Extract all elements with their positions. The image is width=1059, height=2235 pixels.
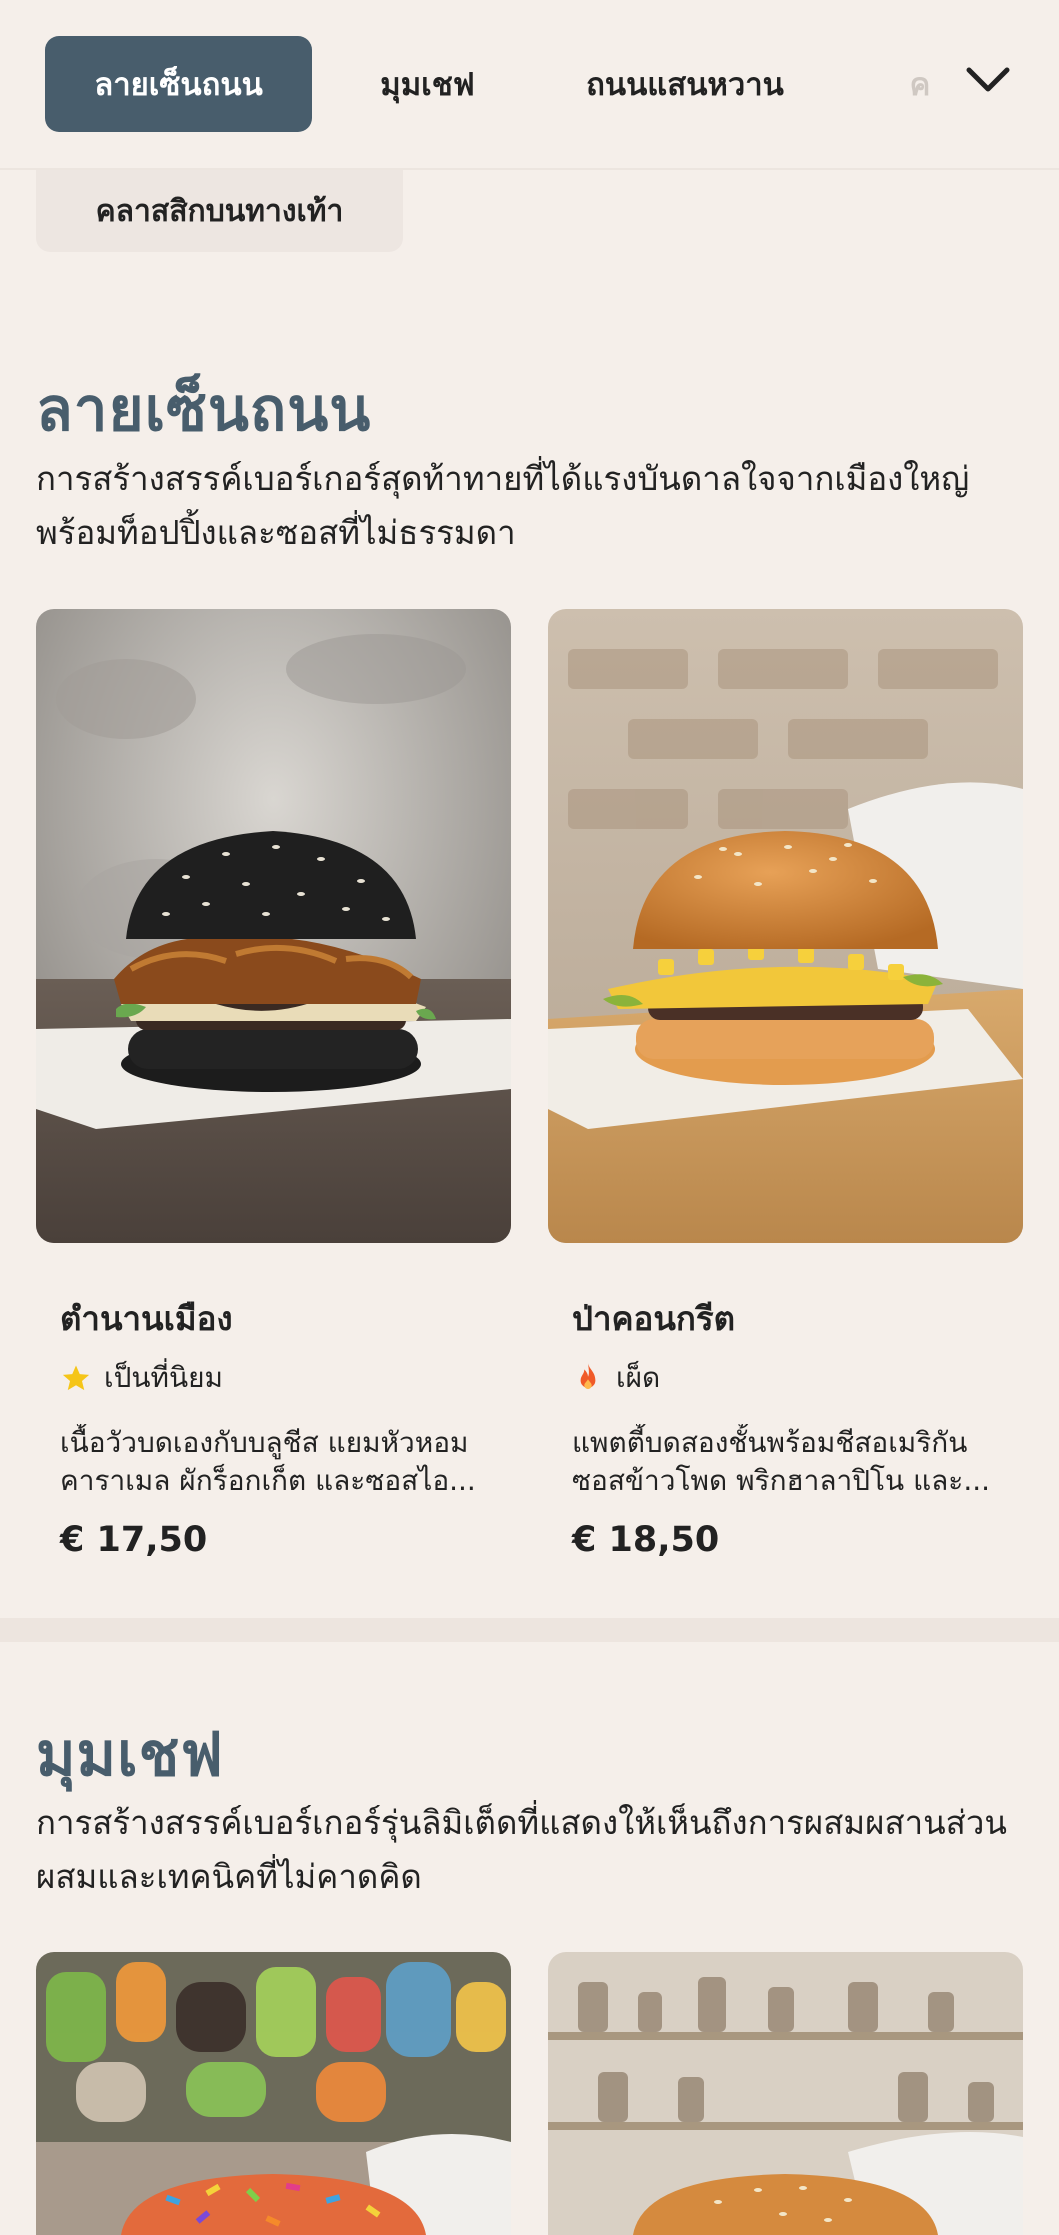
tab-truncated[interactable]: ค [895, 36, 945, 132]
item-name[interactable]: ตำนานเมือง [60, 1292, 233, 1345]
flame-icon [572, 1362, 604, 1394]
badge-label: เผ็ด [616, 1361, 661, 1394]
section-title: ลายเซ็นถนน [36, 375, 372, 445]
popular-badge: เป็นที่นิยม [60, 1356, 223, 1400]
tab-street-signature[interactable]: ลายเซ็นถนน [45, 36, 312, 132]
burger-photo-chef-2[interactable] [548, 1952, 1023, 2235]
section-description: การสร้างสรรค์เบอร์เกอร์สุดท้าทายที่ได้แร… [36, 459, 970, 552]
section-title: มุมเชฟ [36, 1720, 224, 1790]
item-price: € 18,50 [572, 1520, 720, 1560]
burger-photo-chef-1[interactable] [36, 1952, 511, 2235]
item-description: เนื้อวัวบดเองกับบลูชีส แยมหัวหอมคาราเมล … [60, 1426, 476, 1497]
chevron-down-icon[interactable] [960, 52, 1016, 108]
item-name[interactable]: ป่าคอนกรีต [572, 1292, 735, 1345]
burger-photo-concrete-jungle[interactable] [548, 609, 1023, 1243]
section-divider [0, 1618, 1059, 1642]
section-description: การสร้างสรรค์เบอร์เกอร์รุ่นลิมิเต็ดที่แส… [36, 1803, 1007, 1896]
burger-photo-urban-legend[interactable] [36, 609, 511, 1243]
tab-sweet-street[interactable]: ถนนแสนหวาน [560, 36, 810, 132]
star-icon [60, 1362, 92, 1394]
tab-chef-corner[interactable]: มุมเชฟ [350, 36, 505, 132]
spicy-badge: เผ็ด [572, 1356, 660, 1400]
category-tab-bar: ลายเซ็นถนน มุมเชฟ ถนนแสนหวาน ค [0, 0, 1059, 170]
tab-sidewalk-classics[interactable]: คลาสสิกบนทางเท้า [36, 170, 403, 252]
item-description: แพตตี้บดสองชั้นพร้อมชีสอเมริกัน ซอสข้าวโ… [572, 1426, 991, 1497]
badge-label: เป็นที่นิยม [104, 1361, 223, 1394]
item-price: € 17,50 [60, 1520, 208, 1560]
